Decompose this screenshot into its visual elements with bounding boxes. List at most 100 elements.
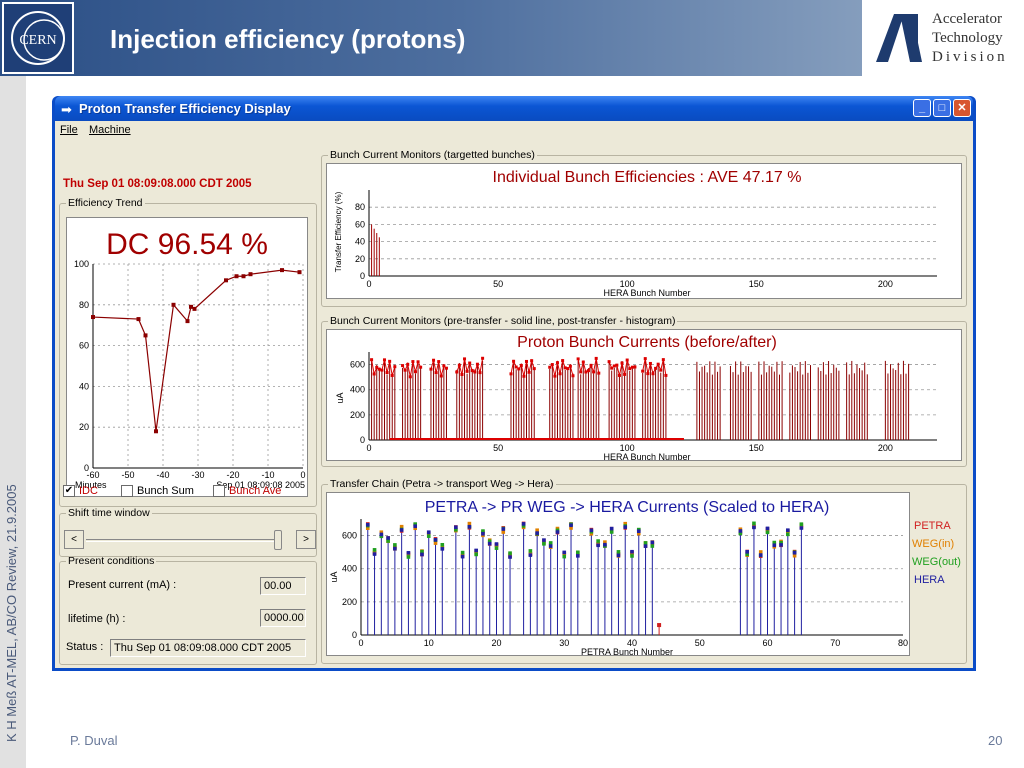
sidebar-text: K H Meß AT-MEL, AB/CO Review, 21.9.2005 — [4, 484, 19, 742]
trend-y-tick: 60 — [79, 341, 89, 351]
trend-y-tick: 100 — [74, 259, 89, 269]
slide: CERN Injection efficiency (protons) Acce… — [0, 0, 1024, 768]
trend-point — [91, 315, 95, 320]
cur-x-tick: 200 — [878, 443, 893, 453]
transfer-chain-chart: PETRA -> PR WEG -> HERA Currents (Scaled… — [326, 492, 910, 657]
app-window: ➡ Proton Transfer Efficiency Display _ □… — [52, 96, 976, 671]
chain-point — [765, 530, 770, 535]
chain-point — [569, 523, 573, 528]
bunch-ave-checkbox-box[interactable] — [213, 485, 225, 497]
chain-point — [609, 526, 614, 531]
chain-point — [758, 553, 763, 557]
chain-point — [772, 543, 777, 548]
chain-point — [474, 552, 478, 557]
idc-checkbox[interactable]: ✔ IDC — [63, 485, 98, 497]
cern-logo: CERN — [2, 2, 74, 74]
dc-efficiency-readout: DC 96.54 % — [106, 228, 268, 261]
trend-point — [189, 304, 193, 309]
eff-y-tick: 80 — [355, 202, 365, 212]
chain-point — [765, 526, 770, 531]
maximize-button[interactable]: □ — [933, 99, 951, 117]
chain-point — [393, 543, 397, 547]
chain-point — [738, 529, 743, 533]
chain-point — [799, 526, 804, 530]
window-titlebar[interactable]: ➡ Proton Transfer Efficiency Display _ □… — [55, 96, 973, 121]
chain-point — [494, 546, 499, 550]
idc-checkbox-box[interactable]: ✔ — [63, 485, 75, 497]
shift-time-slider[interactable]: < > — [64, 529, 316, 551]
chain-point — [616, 550, 621, 554]
chain-x-tick: 10 — [424, 638, 434, 648]
eff-x-tick: 150 — [749, 279, 764, 289]
chain-point — [745, 550, 749, 554]
chain-point — [521, 522, 526, 526]
slider-track[interactable] — [86, 539, 282, 542]
efficiency-trend-group: Efficiency Trend DC 96.54 % 0 20 40 60 80 100 -… — [59, 197, 317, 507]
bunch-sum-label: Bunch Sum — [137, 485, 194, 497]
chain-point — [372, 552, 377, 556]
chain-point — [548, 544, 553, 548]
chain-x-tick: 70 — [830, 638, 840, 648]
trend-x-tick: -10 — [261, 470, 274, 480]
chain-point — [440, 542, 445, 547]
chain-point — [406, 555, 411, 559]
trend-point — [154, 429, 158, 434]
menu-bar: File Machine — [55, 121, 973, 141]
chain-y-tick: 600 — [342, 531, 357, 541]
window-body: File Machine Thu Sep 01 08:09:08.000 CDT… — [55, 121, 973, 668]
page-number: 20 — [988, 733, 1003, 748]
cur-x-label: HERA Bunch Number — [603, 452, 690, 460]
cur-y-tick: 0 — [360, 435, 365, 445]
chain-point — [433, 538, 438, 542]
bunch-sum-checkbox[interactable]: Bunch Sum — [121, 485, 194, 497]
chain-chart-title: PETRA -> PR WEG -> HERA Currents (Scaled… — [425, 499, 830, 516]
close-button[interactable]: ✕ — [953, 99, 971, 117]
present-conditions-legend: Present conditions — [68, 555, 155, 567]
division-line-1: Accelerator — [932, 11, 1002, 27]
menu-machine[interactable]: Machine — [89, 124, 131, 136]
chain-point — [454, 525, 458, 530]
bcm-targeted-group: Bunch Current Monitors (targetted bunche… — [321, 149, 967, 307]
chain-point — [365, 523, 370, 527]
trend-x-tick: -20 — [226, 470, 239, 480]
bcm-targeted-legend: Bunch Current Monitors (targetted bunche… — [330, 149, 535, 161]
bcm-pre-post-group: Bunch Current Monitors (pre-transfer - s… — [321, 315, 967, 467]
slider-left-button[interactable]: < — [64, 530, 84, 549]
trend-y-tick: 80 — [79, 300, 89, 310]
menu-file[interactable]: File — [60, 124, 78, 136]
shift-time-window-group: Shift time window < > — [59, 507, 317, 557]
chain-point — [786, 532, 790, 537]
efficiency-trend-legend: Efficiency Trend — [68, 197, 143, 209]
eff-y-tick: 40 — [355, 237, 365, 247]
chain-point — [406, 551, 411, 555]
chain-point — [752, 525, 756, 530]
chain-point — [426, 534, 431, 538]
efficiency-trend-plot: DC 96.54 % 0 20 40 60 80 100 -60 -50 -40 -30 -20 -10… — [66, 217, 308, 497]
trend-point — [143, 333, 148, 338]
idc-label: IDC — [79, 485, 98, 497]
present-conditions-group: Present conditions Present current (mA) … — [59, 555, 317, 665]
cur-y-tick: 600 — [350, 360, 365, 370]
bunch-ave-checkbox[interactable]: Bunch Ave — [213, 485, 281, 497]
chain-y-tick: 200 — [342, 597, 357, 607]
slider-thumb[interactable] — [274, 530, 282, 550]
chain-point — [636, 529, 641, 534]
cur-y-tick: 400 — [350, 385, 365, 395]
chain-point — [460, 554, 465, 559]
division-line-3: Division — [932, 49, 1008, 65]
bunch-sum-checkbox-box[interactable] — [121, 485, 133, 497]
chain-y-tick: 0 — [352, 630, 357, 640]
trend-point — [185, 319, 190, 324]
trend-x-tick: 0 — [300, 470, 305, 480]
chain-point — [440, 547, 445, 551]
efficiency-chart-title: Individual Bunch Efficiencies : AVE 47.1… — [493, 169, 802, 186]
chain-x-tick: 30 — [559, 638, 569, 648]
chain-point — [542, 542, 546, 546]
slider-right-button[interactable]: > — [296, 530, 316, 549]
chain-point — [467, 524, 472, 529]
minimize-button[interactable]: _ — [913, 99, 931, 117]
chain-point — [562, 550, 567, 555]
chain-point — [758, 550, 763, 554]
trend-x-tick: -30 — [191, 470, 204, 480]
trend-point — [241, 274, 246, 279]
